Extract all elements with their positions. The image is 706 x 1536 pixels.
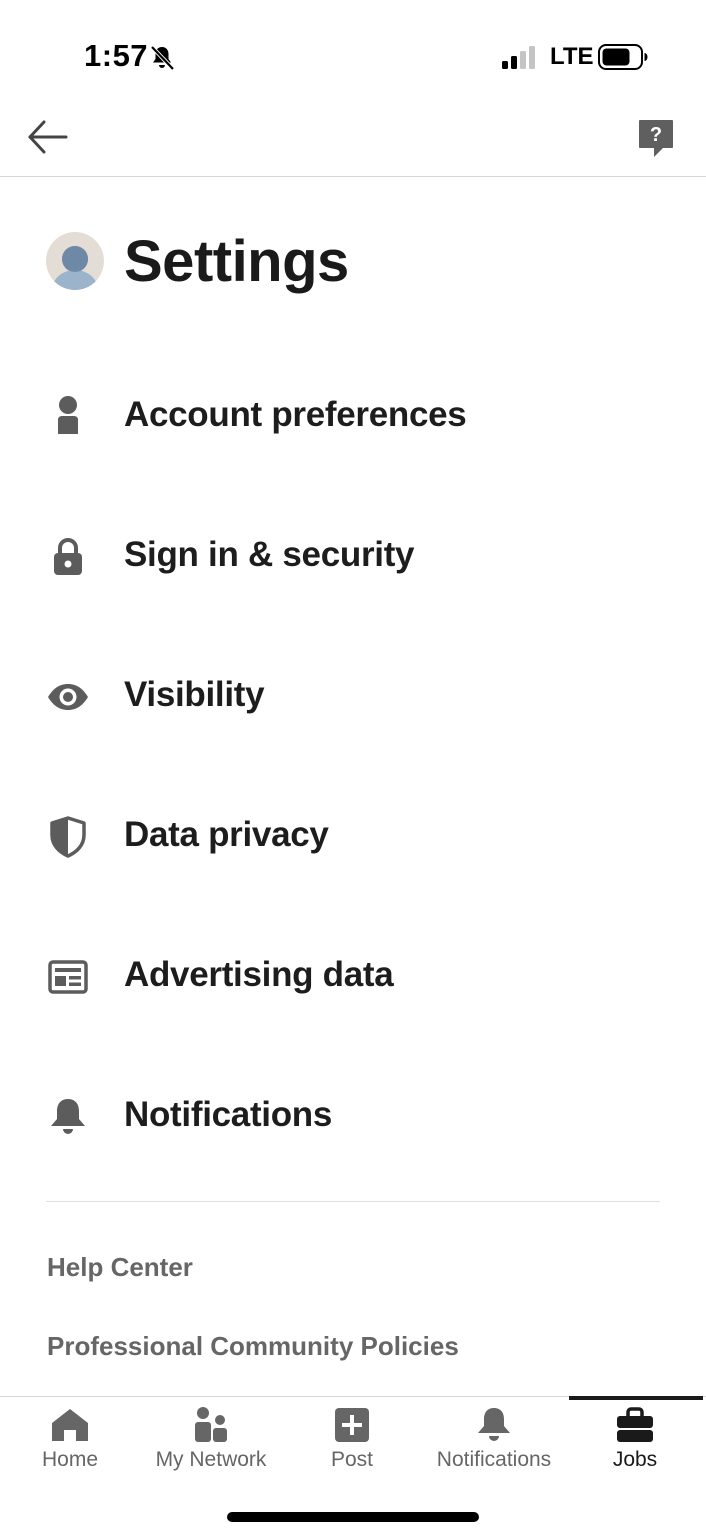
svg-text:?: ?: [650, 124, 662, 146]
menu-item-notifications[interactable]: Notifications: [0, 1065, 706, 1165]
briefcase-icon: [617, 1407, 653, 1442]
nav-label: Home: [41, 1448, 99, 1471]
top-divider: [0, 176, 706, 177]
nav-tab-notifications[interactable]: Notifications: [424, 1398, 564, 1484]
help-center-link[interactable]: Help Center: [47, 1251, 193, 1283]
nav-label: Notifications: [436, 1448, 552, 1471]
menu-label: Visibility: [124, 675, 265, 714]
nav-tab-jobs[interactable]: Jobs: [585, 1398, 685, 1484]
menu-item-data-privacy[interactable]: Data privacy: [0, 785, 706, 885]
eye-icon: [48, 684, 88, 710]
page-title: Settings: [124, 229, 349, 294]
section-divider: [46, 1201, 660, 1202]
status-time: 1:57: [84, 38, 149, 73]
menu-label: Notifications: [124, 1095, 333, 1134]
nav-tab-my-network[interactable]: My Network: [142, 1398, 280, 1484]
nav-tab-home[interactable]: Home: [20, 1398, 120, 1484]
back-button[interactable]: [24, 114, 72, 160]
network-type: LTE: [550, 43, 594, 70]
shield-icon: [50, 816, 86, 858]
plus-icon: [335, 1408, 369, 1442]
avatar[interactable]: [46, 232, 104, 290]
home-indicator[interactable]: [227, 1512, 479, 1522]
bell-icon: [51, 1099, 85, 1134]
ad-card-icon: [48, 960, 88, 994]
battery-icon: [598, 44, 648, 70]
menu-label: Sign in & security: [124, 535, 415, 574]
lock-icon: [54, 538, 82, 575]
person-icon: [58, 396, 78, 434]
network-icon: [195, 1407, 227, 1442]
signal-icon: [502, 46, 535, 69]
home-icon: [52, 1409, 88, 1441]
bell-icon: [478, 1408, 510, 1441]
bell-off-icon: [150, 45, 175, 71]
menu-label: Account preferences: [124, 395, 467, 434]
menu-item-visibility[interactable]: Visibility: [0, 645, 706, 745]
community-policies-link[interactable]: Professional Community Policies: [47, 1330, 459, 1362]
menu-item-account-preferences[interactable]: Account preferences: [0, 365, 706, 465]
avatar-icon: [46, 232, 104, 290]
menu-label: Advertising data: [124, 955, 394, 994]
menu-label: Data privacy: [124, 815, 329, 854]
nav-label: My Network: [155, 1448, 267, 1471]
help-icon[interactable]: ?: [636, 116, 676, 160]
menu-item-advertising-data[interactable]: Advertising data: [0, 925, 706, 1025]
nav-tab-post[interactable]: Post: [302, 1398, 402, 1484]
nav-label: Post: [330, 1448, 374, 1471]
nav-label: Jobs: [612, 1448, 658, 1471]
menu-item-sign-in-security[interactable]: Sign in & security: [0, 505, 706, 605]
